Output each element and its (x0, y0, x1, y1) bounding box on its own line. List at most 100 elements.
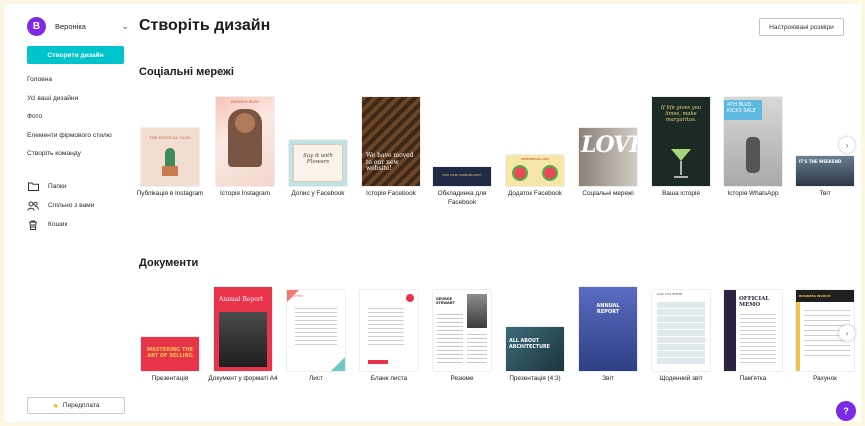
subscribe-button[interactable]: ★ Передплата (27, 397, 125, 414)
template-thumbnail: Say it with Flowers (289, 140, 347, 186)
template-card-resume[interactable]: GEORGE STEWART Резюме (431, 287, 493, 407)
template-card-facebook-post[interactable]: Say it with Flowers Допис у Facebook (287, 97, 349, 217)
template-thumbnail: We have moved to our new website! (362, 97, 420, 186)
template-card-facebook-story[interactable]: We have moved to our new website! Історі… (360, 97, 422, 217)
template-card-report[interactable]: ANNUAL REPORT Звіт (577, 287, 639, 407)
template-label: Звіт (602, 375, 614, 382)
template-label: Публікація в Instagram (136, 190, 204, 197)
template-label: Документ у форматі A4 (208, 375, 278, 382)
template-card-your-story[interactable]: If life gives you limes, make margaritas… (650, 97, 712, 217)
thumb-text: DAILY TASK REPORT (657, 293, 683, 296)
thumb-text: THE MYSTICAL OASIS (149, 136, 191, 140)
thumb-text: ANNUAL REPORT (596, 303, 620, 315)
template-thumbnail: THE MYSTICAL OASIS (141, 128, 199, 186)
star-icon: ★ (52, 402, 59, 410)
template-card-social-media[interactable]: LOVE Соціальні мережі (577, 97, 639, 217)
sidebar-nav: Головна Усі ваші дизайни Фото Елементи ф… (27, 75, 112, 168)
template-card-facebook-app[interactable]: WATERMELON CAKE Додаток Facebook (504, 97, 566, 217)
template-label: Лист (309, 375, 323, 382)
sidebar-item-trash[interactable]: Кошик (27, 215, 94, 234)
help-button[interactable]: ? (836, 401, 856, 421)
avatar: В (27, 16, 46, 36)
template-label: Обкладинка для Facebook (437, 190, 487, 206)
template-label: Рахунок (813, 375, 837, 382)
template-thumbnail: Annual Report (214, 287, 272, 371)
template-label: Презентація (4:3) (509, 375, 561, 382)
template-card-tweet[interactable]: IT'S THE WEEKEND Твіт (794, 97, 856, 217)
template-label: Допис у Facebook (291, 190, 345, 197)
thumb-text: If life gives you limes, make margaritas… (660, 105, 702, 124)
sidebar-item-label: Папки (48, 183, 67, 190)
section-title-documents: Документи (139, 257, 199, 269)
template-card-a4-document[interactable]: Annual Report Документ у форматі A4 (208, 287, 278, 407)
template-thumbnail: If life gives you limes, make margaritas… (652, 97, 710, 186)
user-name: Вероніка (55, 21, 86, 31)
template-thumbnail: ALL ABOUT ARCHITECTURE (506, 327, 564, 371)
sidebar-item-all-designs[interactable]: Усі ваші дизайни (27, 94, 112, 113)
template-card-whatsapp-story[interactable]: 4TH BLVD. KICKS SALE Історія WhatsApp (722, 97, 784, 217)
template-card-presentation[interactable]: MASTERING THE ART OF SELLING Презентація (139, 287, 201, 407)
sidebar-item-label: Кошик (48, 221, 68, 228)
shared-users-icon (27, 201, 39, 211)
documents-next-arrow[interactable]: › (839, 325, 855, 341)
template-card-letterhead[interactable]: Бланк листа (358, 287, 420, 407)
app-window: В Вероніка ⌄ Створити дизайн Головна Усі… (4, 4, 861, 422)
template-label: Додаток Facebook (507, 190, 562, 197)
template-card-presentation-4-3[interactable]: ALL ABOUT ARCHITECTURE Презентація (4:3) (504, 287, 566, 407)
template-thumbnail: 4TH BLVD. KICKS SALE (724, 97, 782, 186)
template-thumbnail: HIGH STAKE GAMBLING PARTY (433, 167, 491, 186)
template-label: Бланк листа (370, 375, 408, 382)
sidebar-item-photos[interactable]: Фото (27, 112, 112, 131)
sidebar-item-create-team[interactable]: Створіть команду (27, 149, 112, 168)
thumb-text: Annual Report (219, 296, 264, 303)
sidebar-folders: Папки Спільно з вами Кошик (27, 177, 94, 234)
template-card-invoice[interactable]: BUSINESS INVOICE Рахунок (794, 287, 856, 407)
sidebar: В Вероніка ⌄ Створити дизайн Головна Усі… (4, 4, 132, 422)
template-thumbnail: OFFICIAL MEMO (724, 290, 782, 371)
thumb-text: 4TH BLVD. KICKS SALE (727, 102, 756, 114)
sidebar-item-label: Спільно з вами (48, 202, 95, 209)
subscribe-label: Передплата (62, 402, 100, 409)
create-design-button[interactable]: Створити дизайн (27, 46, 124, 64)
page-title: Створіть дизайн (139, 17, 271, 34)
template-thumbnail (360, 290, 418, 371)
thumb-text: HIGH STAKE GAMBLING PARTY (442, 174, 482, 177)
template-thumbnail: GEORGE STEWART (433, 290, 491, 371)
template-label: Резюме (450, 375, 474, 382)
custom-size-button[interactable]: Настроювані розміри (759, 18, 844, 36)
thumb-text: GEORGE STEWART (436, 297, 455, 306)
sidebar-item-brand-kit[interactable]: Елементи фірмового стилю (27, 131, 112, 150)
thumb-text: Say it with Flowers (303, 153, 333, 165)
sidebar-item-home[interactable]: Головна (27, 75, 112, 94)
template-thumbnail: DAILY TASK REPORT (652, 290, 710, 371)
template-thumbnail: LOVE (579, 128, 637, 186)
thumb-text: We have moved to our new website! (366, 152, 414, 172)
template-thumbnail: IT'S THE WEEKEND (796, 156, 854, 186)
template-label: Пам'ятка (739, 375, 767, 382)
thumb-text: MASTERING THE ART OF SELLING (146, 347, 194, 359)
sidebar-item-shared[interactable]: Спільно з вами (27, 196, 94, 215)
template-card-daily-report[interactable]: DAILY TASK REPORT Щоденний звіт (650, 287, 712, 407)
template-label: Ваша історія (662, 190, 700, 197)
chevron-down-icon: ⌄ (121, 20, 129, 31)
template-card-letter[interactable]: LETTER Лист (285, 287, 347, 407)
chevron-right-icon: › (845, 328, 849, 338)
template-label: Соціальні мережі (582, 190, 634, 197)
thumb-text: OFFICIAL MEMO (739, 296, 770, 308)
thumb-text: IT'S THE WEEKEND (799, 159, 842, 164)
user-menu[interactable]: В Вероніка ⌄ (27, 16, 129, 36)
sidebar-item-folders[interactable]: Папки (27, 177, 94, 196)
social-next-arrow[interactable]: › (839, 137, 855, 153)
template-card-instagram-post[interactable]: THE MYSTICAL OASIS Публікація в Instagra… (137, 97, 203, 217)
template-thumbnail: MASTERING THE ART OF SELLING (141, 337, 199, 371)
social-templates-row: THE MYSTICAL OASIS Публікація в Instagra… (134, 97, 861, 227)
template-label: Історія Facebook (366, 190, 416, 197)
template-card-memo[interactable]: OFFICIAL MEMO Пам'ятка (722, 287, 784, 407)
template-card-facebook-cover[interactable]: HIGH STAKE GAMBLING PARTY Обкладинка для… (431, 97, 493, 227)
thumb-text: ALL ABOUT ARCHITECTURE (509, 339, 550, 350)
thumb-text: FASHION BLOG (230, 100, 260, 104)
thumb-text: BUSINESS INVOICE (799, 294, 831, 298)
thumb-text: LOVE (581, 132, 637, 158)
template-card-instagram-story[interactable]: FASHION BLOG Історія Instagram (214, 97, 276, 217)
chevron-right-icon: › (845, 140, 849, 150)
